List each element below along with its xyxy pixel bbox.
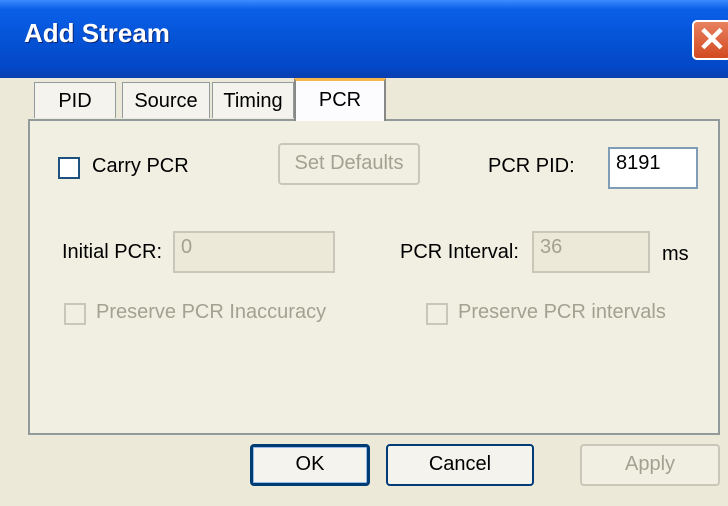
tab-source[interactable]: Source xyxy=(122,82,210,118)
pcr-interval-label: PCR Interval: xyxy=(400,241,519,263)
cancel-button[interactable]: Cancel xyxy=(386,444,534,486)
preserve-pcr-intervals-label[interactable]: Preserve PCR intervals xyxy=(458,301,666,324)
close-icon: ✕ xyxy=(697,21,727,59)
window-title: Add Stream xyxy=(24,18,170,48)
close-button[interactable]: ✕ xyxy=(692,20,728,60)
tab-timing[interactable]: Timing xyxy=(212,82,294,118)
preserve-pcr-inaccuracy-checkbox[interactable] xyxy=(64,303,86,325)
preserve-pcr-inaccuracy-label[interactable]: Preserve PCR Inaccuracy xyxy=(96,301,326,324)
pcr-interval-input[interactable]: 36 xyxy=(532,231,650,273)
pcr-interval-unit: ms xyxy=(662,243,689,265)
add-stream-dialog: Add Stream ✕ PID Source Timing PCR Carry… xyxy=(0,0,728,506)
ok-button[interactable]: OK xyxy=(250,444,370,486)
carry-pcr-label[interactable]: Carry PCR xyxy=(92,155,189,178)
set-defaults-button[interactable]: Set Defaults xyxy=(278,143,420,185)
pcr-tab-panel: Carry PCR Set Defaults PCR PID: 8191 Ini… xyxy=(28,119,720,435)
pcr-pid-input[interactable]: 8191 xyxy=(608,147,698,189)
initial-pcr-label: Initial PCR: xyxy=(62,241,163,263)
title-bar[interactable]: Add Stream ✕ xyxy=(0,0,728,78)
preserve-pcr-intervals-checkbox[interactable] xyxy=(426,303,448,325)
apply-button[interactable]: Apply xyxy=(580,444,720,486)
tab-pid[interactable]: PID xyxy=(34,82,116,118)
pcr-pid-label: PCR PID: xyxy=(488,155,575,177)
carry-pcr-checkbox[interactable] xyxy=(58,157,80,179)
initial-pcr-input[interactable]: 0 xyxy=(173,231,335,273)
tab-pcr[interactable]: PCR xyxy=(294,78,386,121)
